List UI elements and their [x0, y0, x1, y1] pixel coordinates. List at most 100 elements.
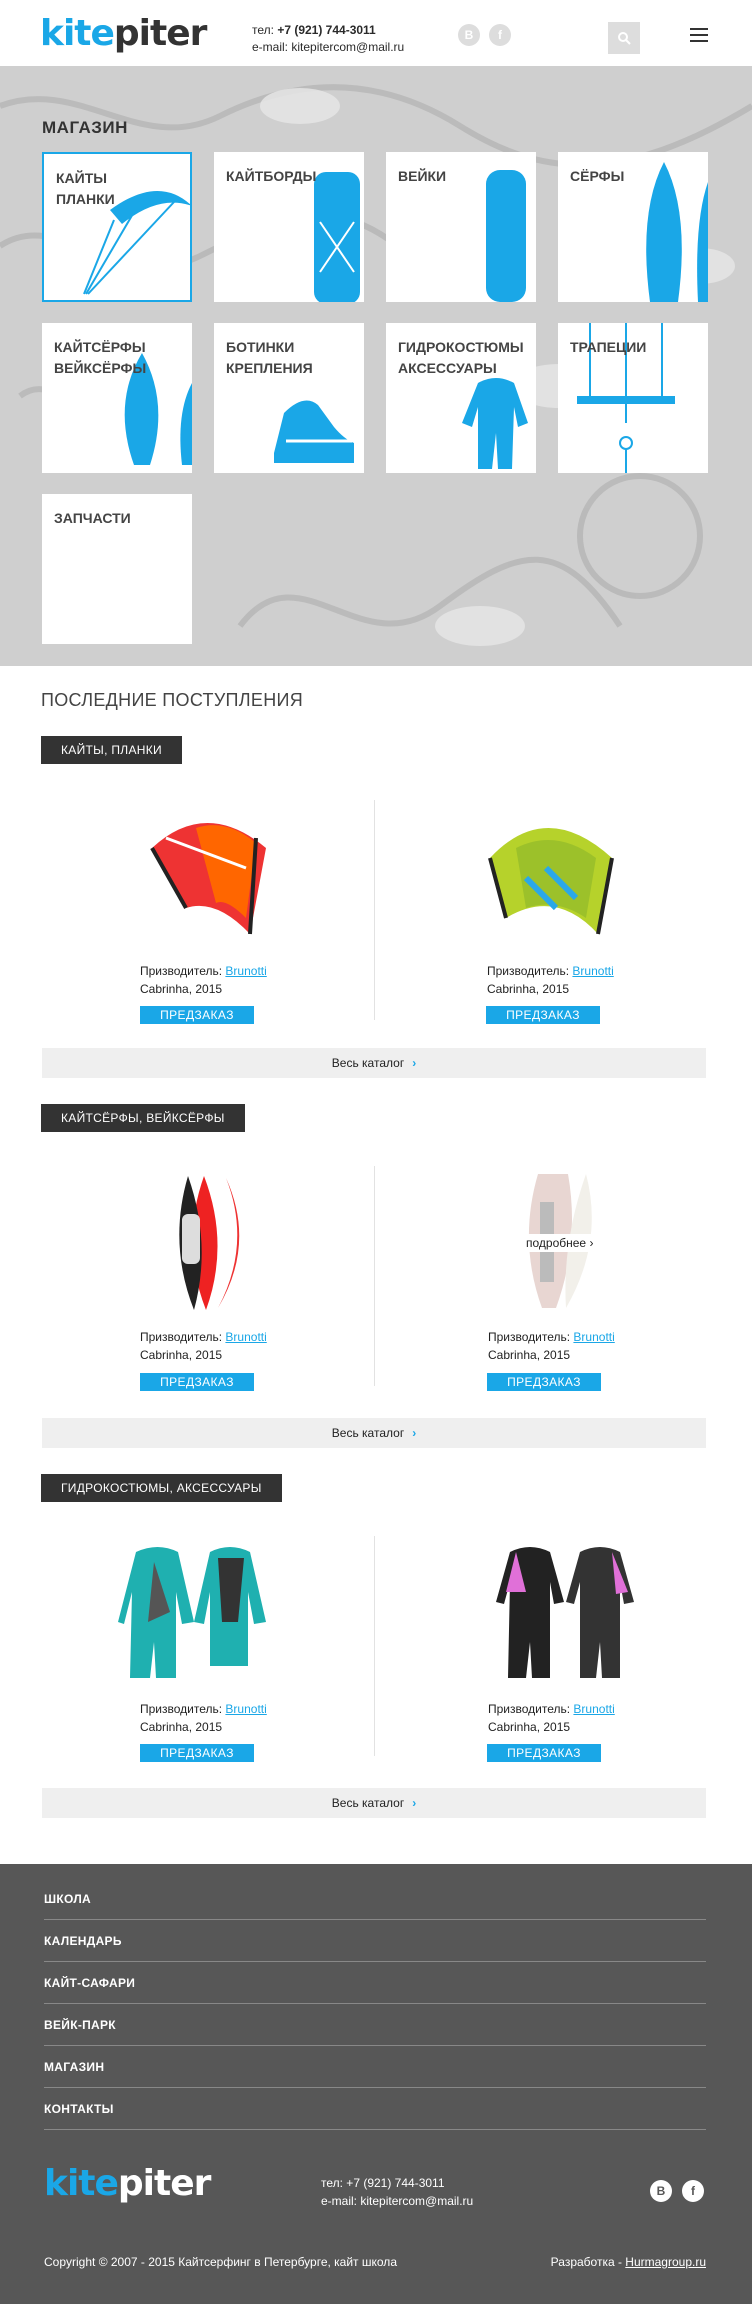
preorder-button[interactable]: ПРЕДЗАКАЗ — [486, 1006, 600, 1024]
catalog-link[interactable]: Весь каталог › — [42, 1788, 706, 1818]
footer-contacts: тел: +7 (921) 744-3011 e-mail: kitepiter… — [321, 2174, 473, 2210]
footer-logo[interactable]: kitepiter — [44, 2164, 211, 2204]
maker-label: Призводитель: — [487, 964, 573, 978]
chevron-right-icon: › — [412, 1426, 417, 1440]
tile-label: ЗАПЧАСТИ — [54, 510, 131, 526]
tile-surfs[interactable]: СЁРФЫ — [558, 152, 708, 302]
search-icon — [618, 32, 631, 45]
chevron-right-icon: › — [412, 1056, 417, 1070]
search-button[interactable] — [608, 22, 640, 54]
product-model: Cabrinha, 2015 — [140, 982, 223, 996]
tile-label: ГИДРОКОСТЮМЫ АКСЕССУАРЫ — [398, 339, 524, 376]
developer-credit: Разработка - Hurmagroup.ru — [551, 2255, 706, 2269]
tile-parts[interactable]: ЗАПЧАСТИ — [42, 494, 192, 644]
tile-label: ТРАПЕЦИИ — [570, 339, 647, 355]
site-footer: ШКОЛА КАЛЕНДАРЬ КАЙТ-САФАРИ ВЕЙК-ПАРК МА… — [0, 1864, 752, 2304]
product-info: Призводитель: Brunotti Cabrinha, 2015 — [488, 1700, 615, 1736]
product-model: Cabrinha, 2015 — [487, 982, 570, 996]
product-image-wetsuit-black[interactable] — [496, 1542, 636, 1682]
shop-section: МАГАЗИН КАЙТЫ ПЛАНКИ КАЙТБОРДЫ ВЕЙКИ СЁР… — [0, 66, 752, 666]
tile-wakeboards[interactable]: ВЕЙКИ — [386, 152, 536, 302]
copyright: Copyright © 2007 - 2015 Кайтсерфинг в Пе… — [44, 2255, 397, 2269]
preorder-button[interactable]: ПРЕДЗАКАЗ — [140, 1373, 254, 1391]
details-tooltip[interactable]: подробнее › — [520, 1234, 600, 1252]
maker-link[interactable]: Brunotti — [225, 1330, 266, 1344]
tile-harnesses[interactable]: ТРАПЕЦИИ — [558, 323, 708, 473]
site-header: kitepiter тел: +7 (921) 744-3011 e-mail:… — [0, 0, 752, 66]
site-logo[interactable]: kitepiter — [40, 14, 207, 54]
developer-prefix: Разработка - — [550, 2255, 626, 2269]
tile-label: КАЙТЫ ПЛАНКИ — [56, 170, 115, 207]
product-model: Cabrinha, 2015 — [488, 1720, 571, 1734]
catalog-link-label: Весь каталог — [331, 1426, 405, 1440]
product-info: Призводитель: Brunotti Cabrinha, 2015 — [487, 962, 614, 998]
developer-link[interactable]: Hurmagroup.ru — [625, 2255, 706, 2269]
catalog-link[interactable]: Весь каталог › — [42, 1048, 706, 1078]
product-info: Призводитель: Brunotti Cabrinha, 2015 — [140, 962, 267, 998]
preorder-button[interactable]: ПРЕДЗАКАЗ — [140, 1744, 254, 1762]
header-contacts: тел: +7 (921) 744-3011 e-mail: kitepiter… — [252, 22, 404, 56]
tile-label: СЁРФЫ — [570, 168, 625, 184]
footer-nav-calendar[interactable]: КАЛЕНДАРЬ — [44, 1920, 706, 1962]
maker-link[interactable]: Brunotti — [225, 1702, 266, 1716]
chevron-right-icon: › — [589, 1236, 594, 1250]
product-divider — [374, 1536, 375, 1756]
footer-email[interactable]: e-mail: kitepitercom@mail.ru — [321, 2192, 473, 2210]
header-email[interactable]: e-mail: kitepitercom@mail.ru — [252, 39, 404, 56]
product-model: Cabrinha, 2015 — [488, 1348, 571, 1362]
maker-label: Призводитель: — [140, 964, 226, 978]
page: kitepiter тел: +7 (921) 744-3011 e-mail:… — [0, 0, 752, 2304]
footer-nav-contacts[interactable]: КОНТАКТЫ — [44, 2088, 706, 2130]
catalog-link[interactable]: Весь каталог › — [42, 1418, 706, 1448]
preorder-button[interactable]: ПРЕДЗАКАЗ — [487, 1373, 601, 1391]
header-phone[interactable]: +7 (921) 744-3011 — [277, 23, 375, 37]
product-info: Призводитель: Brunotti Cabrinha, 2015 — [488, 1328, 615, 1364]
vk-icon[interactable]: В — [458, 24, 480, 46]
preorder-button[interactable]: ПРЕДЗАКАЗ — [140, 1006, 254, 1024]
preorder-button[interactable]: ПРЕДЗАКАЗ — [487, 1744, 601, 1762]
footer-nav-school[interactable]: ШКОЛА — [44, 1878, 706, 1920]
product-image-board-black[interactable] — [160, 1174, 260, 1312]
category-tag-kitesurfs[interactable]: КАЙТСЁРФЫ, ВЕЙКСЁРФЫ — [41, 1104, 245, 1132]
footer-nav-shop[interactable]: МАГАЗИН — [44, 2046, 706, 2088]
tile-label: КАЙТСЁРФЫ ВЕЙКСЁРФЫ — [54, 339, 147, 376]
maker-link[interactable]: Brunotti — [573, 1702, 614, 1716]
phone-prefix: тел: — [252, 23, 278, 37]
catalog-link-label: Весь каталог — [331, 1796, 405, 1810]
vk-icon[interactable]: В — [650, 2180, 672, 2202]
tile-kites[interactable]: КАЙТЫ ПЛАНКИ — [42, 152, 192, 302]
tile-kiteboards[interactable]: КАЙТБОРДЫ — [214, 152, 364, 302]
footer-phone[interactable]: тел: +7 (921) 744-3011 — [321, 2174, 473, 2192]
maker-link[interactable]: Brunotti — [573, 1330, 614, 1344]
maker-label: Призводитель: — [140, 1330, 226, 1344]
facebook-icon[interactable]: f — [489, 24, 511, 46]
details-label: подробнее — [526, 1236, 587, 1250]
tile-label: КАЙТБОРДЫ — [226, 168, 317, 184]
category-tag-kites[interactable]: КАЙТЫ, ПЛАНКИ — [41, 736, 182, 764]
maker-label: Призводитель: — [488, 1330, 574, 1344]
tile-label: ВЕЙКИ — [398, 168, 447, 184]
product-image-wetsuit-teal[interactable] — [118, 1542, 268, 1682]
maker-link[interactable]: Brunotti — [572, 964, 613, 978]
category-tag-wetsuits[interactable]: ГИДРОКОСТЮМЫ, АКСЕССУАРЫ — [41, 1474, 282, 1502]
tile-kitesurfs[interactable]: КАЙТСЁРФЫ ВЕЙКСЁРФЫ — [42, 323, 192, 473]
footer-nav-kite-safari[interactable]: КАЙТ-САФАРИ — [44, 1962, 706, 2004]
shop-title: МАГАЗИН — [42, 118, 128, 137]
product-model: Cabrinha, 2015 — [140, 1348, 223, 1362]
catalog-link-label: Весь каталог — [331, 1056, 405, 1070]
maker-link[interactable]: Brunotti — [225, 964, 266, 978]
maker-label: Призводитель: — [140, 1702, 226, 1716]
menu-icon[interactable] — [690, 28, 708, 42]
tile-wetsuits[interactable]: ГИДРОКОСТЮМЫ АКСЕССУАРЫ — [386, 323, 536, 473]
maker-label: Призводитель: — [488, 1702, 574, 1716]
product-image-kite-red[interactable] — [146, 808, 270, 938]
chevron-right-icon: › — [412, 1796, 417, 1810]
tile-label: БОТИНКИ КРЕПЛЕНИЯ — [226, 339, 313, 376]
product-divider — [374, 800, 375, 1020]
tile-boots[interactable]: БОТИНКИ КРЕПЛЕНИЯ — [214, 323, 364, 473]
footer-nav-wake-park[interactable]: ВЕЙК-ПАРК — [44, 2004, 706, 2046]
product-model: Cabrinha, 2015 — [140, 1720, 223, 1734]
product-image-kite-green[interactable] — [486, 808, 616, 938]
product-divider — [374, 1166, 375, 1386]
facebook-icon[interactable]: f — [682, 2180, 704, 2202]
